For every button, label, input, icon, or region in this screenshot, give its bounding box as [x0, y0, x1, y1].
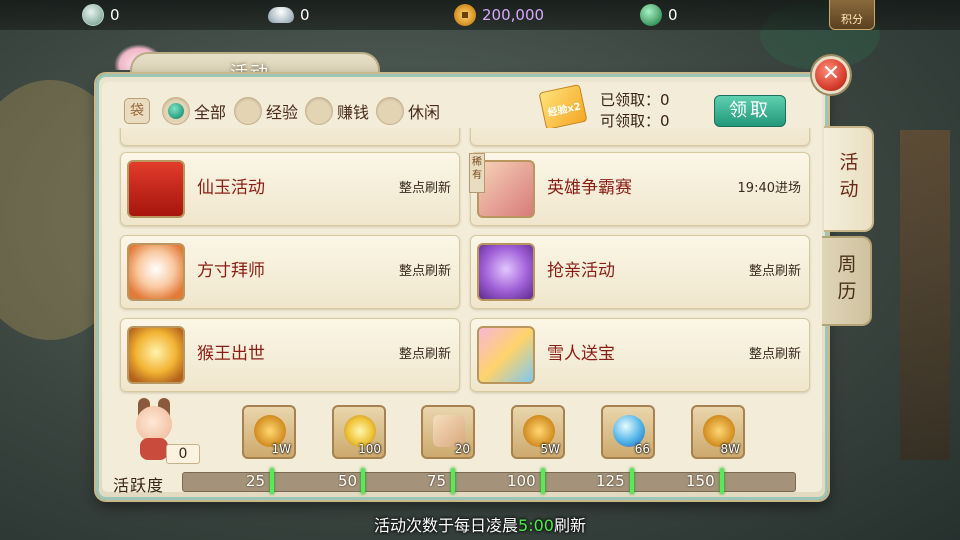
- milestone-tick: [541, 468, 545, 494]
- activity-card-hero-contest[interactable]: 稀有 英雄争霸赛 19:40进场: [469, 152, 810, 226]
- jade-icon: [640, 4, 662, 26]
- milestone-tick: [451, 468, 455, 494]
- notice-time: 5:00: [518, 516, 554, 535]
- milestone-tick: [270, 468, 274, 494]
- milestone-tick: [720, 468, 724, 494]
- tab-weekly-calendar[interactable]: 周历: [822, 236, 872, 326]
- cloud-emblem-icon: [127, 243, 185, 301]
- filter-leisure[interactable]: 休闲: [376, 97, 440, 125]
- activity-name: 仙玉活动: [197, 178, 265, 198]
- background-pillar: [900, 130, 950, 460]
- notice-text: 活动次数于每日凌晨: [374, 516, 519, 535]
- activity-status: 19:40进场: [737, 181, 801, 196]
- activity-name: 英雄争霸赛: [547, 178, 632, 198]
- reward-chest-5[interactable]: 66: [601, 405, 655, 459]
- filter-all[interactable]: 全部: [162, 97, 226, 125]
- filter-label: 赚钱: [337, 103, 370, 122]
- reward-count: 1W: [271, 442, 292, 456]
- milestone-label: 50: [338, 472, 358, 490]
- resource-silver-badge: 0: [82, 4, 120, 26]
- activity-card-xianyu[interactable]: 仙玉活动 整点刷新: [120, 152, 460, 226]
- reward-chest-2[interactable]: 100: [332, 405, 386, 459]
- bell-icon: [477, 243, 535, 301]
- resource-jade: 0: [640, 4, 678, 26]
- milestone-label: 125: [596, 472, 625, 490]
- close-button[interactable]: ✕: [812, 56, 850, 94]
- resource-copper-coins: 200,000: [454, 4, 544, 26]
- notice-text: 刷新: [553, 516, 586, 535]
- reward-chest-6[interactable]: 8W: [691, 405, 745, 459]
- points-button[interactable]: 积分: [829, 0, 875, 30]
- reward-chest-4[interactable]: 5W: [511, 405, 565, 459]
- reward-count: 100: [358, 442, 381, 456]
- filter-label: 全部: [194, 103, 227, 122]
- list-item[interactable]: [470, 128, 810, 146]
- silver-badge-icon: [82, 4, 104, 26]
- activity-name: 雪人送宝: [547, 344, 615, 364]
- claim-info: 已领取：0 可领取：0: [600, 90, 670, 132]
- resource-silver-ingot: 0: [268, 4, 310, 26]
- activity-card-bride[interactable]: 抢亲活动 整点刷新: [470, 235, 810, 309]
- activity-status: 整点刷新: [748, 347, 801, 362]
- activity-card-snowman[interactable]: 雪人送宝 整点刷新: [470, 318, 810, 392]
- filter-label: 休闲: [408, 103, 441, 122]
- ticket-label: 经验x2: [546, 101, 582, 120]
- list-item[interactable]: [120, 128, 460, 146]
- milestone-label: 75: [427, 472, 447, 490]
- silver-ingot-icon: [268, 7, 294, 23]
- milestone-tick: [630, 468, 634, 494]
- reward-count: 8W: [720, 442, 741, 456]
- reward-count: 5W: [540, 442, 561, 456]
- activity-name: 猴王出世: [197, 344, 265, 364]
- milestone-label: 25: [246, 472, 266, 490]
- activity-card-fangcun[interactable]: 方寸拜师 整点刷新: [120, 235, 460, 309]
- filter-money[interactable]: 赚钱: [305, 97, 369, 125]
- refresh-notice: 活动次数于每日凌晨5:00刷新: [0, 512, 960, 540]
- claim-button[interactable]: 领取: [714, 95, 786, 127]
- milestone-label: 150: [686, 472, 715, 490]
- mascot-body: [140, 438, 168, 460]
- activity-status: 整点刷新: [398, 264, 451, 279]
- all-trophy-icon: [477, 160, 535, 218]
- radio-dot: [162, 97, 190, 125]
- radio-dot: [234, 97, 262, 125]
- activity-name: 方寸拜师: [197, 261, 265, 281]
- mascot-head: [136, 406, 172, 442]
- milestone-label: 100: [507, 472, 536, 490]
- bag-icon[interactable]: 袋: [124, 98, 150, 124]
- resource-value: 0: [668, 6, 678, 24]
- tab-activities[interactable]: 活动: [824, 126, 874, 232]
- close-icon: ✕: [821, 61, 841, 86]
- radio-dot: [305, 97, 333, 125]
- filter-label: 经验: [266, 103, 299, 122]
- activity-name: 抢亲活动: [547, 261, 615, 281]
- gift-box-icon: [477, 326, 535, 384]
- reward-count: 20: [454, 442, 470, 456]
- copper-coin-icon: [454, 4, 476, 26]
- activity-list[interactable]: 仙玉活动 整点刷新 稀有 英雄争霸赛 19:40进场 方寸拜师 整点刷新 抢亲活…: [116, 128, 816, 400]
- activity-status: 整点刷新: [398, 181, 451, 196]
- resource-value: 0: [110, 6, 120, 24]
- claimed-count: 已领取：0: [600, 91, 670, 109]
- filter-experience[interactable]: 经验: [234, 97, 298, 125]
- reward-chest-1[interactable]: 1W: [242, 405, 296, 459]
- activity-card-monkey-king[interactable]: 猴王出世 整点刷新: [120, 318, 460, 392]
- radio-dot: [376, 97, 404, 125]
- resource-value: 0: [300, 6, 310, 24]
- activity-score: 0: [166, 444, 200, 464]
- activity-bar-label: 活跃度: [113, 476, 165, 495]
- monkey-king-icon: [127, 326, 185, 384]
- activity-status: 整点刷新: [748, 264, 801, 279]
- reward-chest-3[interactable]: 20: [421, 405, 475, 459]
- milestone-tick: [361, 468, 365, 494]
- activity-status: 整点刷新: [398, 347, 451, 362]
- reward-count: 66: [634, 442, 650, 456]
- rare-badge: 稀有: [469, 153, 485, 193]
- resource-value: 200,000: [482, 6, 545, 24]
- red-envelope-icon: [127, 160, 185, 218]
